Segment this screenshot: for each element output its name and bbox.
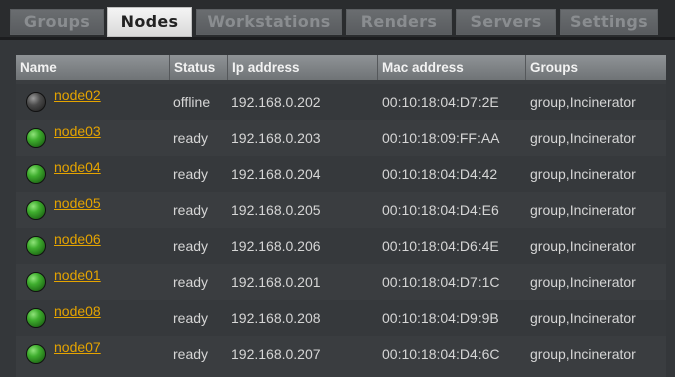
- ip-address-cell: 192.168.0.205: [231, 202, 321, 218]
- tab-bar: Groups Nodes Workstations Renders Server…: [0, 0, 675, 40]
- table-row[interactable]: node02 offline 192.168.0.202 00:10:18:04…: [16, 84, 666, 120]
- status-cell: ready: [173, 346, 209, 362]
- column-header-status[interactable]: Status: [170, 55, 228, 80]
- status-cell: ready: [173, 166, 209, 182]
- ip-address-cell: 192.168.0.201: [231, 274, 321, 290]
- status-cell: ready: [173, 238, 209, 254]
- ip-address-cell: 192.168.0.208: [231, 310, 321, 326]
- column-header-groups[interactable]: Groups: [526, 55, 666, 80]
- node-link[interactable]: node08: [54, 293, 101, 329]
- mac-address-cell: 00:10:18:09:FF:AA: [382, 130, 500, 146]
- mac-address-cell: 00:10:18:04:D4:E6: [382, 202, 499, 218]
- groups-cell: group,Incinerator: [530, 202, 636, 218]
- node-link[interactable]: node04: [54, 149, 101, 185]
- status-cell: ready: [173, 130, 209, 146]
- tab-servers[interactable]: Servers: [456, 9, 556, 35]
- groups-cell: group,Incinerator: [530, 274, 636, 290]
- ready-status-icon: [26, 308, 46, 328]
- offline-status-icon: [26, 92, 46, 112]
- status-cell: ready: [173, 310, 209, 326]
- ready-status-icon: [26, 128, 46, 148]
- groups-cell: group,Incinerator: [530, 310, 636, 326]
- tab-settings[interactable]: Settings: [560, 9, 658, 35]
- name-cell: node07: [16, 336, 170, 372]
- tab-nodes[interactable]: Nodes: [107, 7, 192, 37]
- node-link[interactable]: node02: [54, 77, 101, 113]
- ip-address-cell: 192.168.0.203: [231, 130, 321, 146]
- mac-address-cell: 00:10:18:04:D4:6C: [382, 346, 500, 362]
- node-link[interactable]: node07: [54, 329, 101, 365]
- groups-cell: group,Incinerator: [530, 94, 636, 110]
- ip-address-cell: 192.168.0.207: [231, 346, 321, 362]
- table-row[interactable]: node06 ready 192.168.0.206 00:10:18:04:D…: [16, 228, 666, 264]
- status-cell: offline: [173, 94, 211, 110]
- groups-cell: group,Incinerator: [530, 238, 636, 254]
- node-link[interactable]: node05: [54, 185, 101, 221]
- groups-cell: group,Incinerator: [530, 166, 636, 182]
- table-row[interactable]: node05 ready 192.168.0.205 00:10:18:04:D…: [16, 192, 666, 228]
- ready-status-icon: [26, 344, 46, 364]
- ip-address-cell: 192.168.0.204: [231, 166, 321, 182]
- tab-groups[interactable]: Groups: [10, 9, 104, 35]
- mac-address-cell: 00:10:18:04:D9:9B: [382, 310, 499, 326]
- tab-divider: [0, 37, 675, 40]
- table-row[interactable]: node08 ready 192.168.0.208 00:10:18:04:D…: [16, 300, 666, 336]
- ready-status-icon: [26, 164, 46, 184]
- mac-address-cell: 00:10:18:04:D7:2E: [382, 94, 499, 110]
- status-cell: ready: [173, 274, 209, 290]
- table-row[interactable]: node07 ready 192.168.0.207 00:10:18:04:D…: [16, 336, 666, 372]
- nodes-app-window: Groups Nodes Workstations Renders Server…: [0, 0, 675, 377]
- column-header-mac-address[interactable]: Mac address: [378, 55, 526, 80]
- mac-address-cell: 00:10:18:04:D4:42: [382, 166, 498, 182]
- nodes-table: Name Status Ip address Mac address Group…: [16, 55, 666, 377]
- groups-cell: group,Incinerator: [530, 130, 636, 146]
- mac-address-cell: 00:10:18:04:D7:1C: [382, 274, 500, 290]
- ready-status-icon: [26, 200, 46, 220]
- node-link[interactable]: node06: [54, 221, 101, 257]
- ip-address-cell: 192.168.0.206: [231, 238, 321, 254]
- tab-renders[interactable]: Renders: [346, 9, 452, 35]
- node-link[interactable]: node01: [54, 257, 101, 293]
- groups-cell: group,Incinerator: [530, 346, 636, 362]
- table-row[interactable]: node04 ready 192.168.0.204 00:10:18:04:D…: [16, 156, 666, 192]
- status-cell: ready: [173, 202, 209, 218]
- node-link[interactable]: node03: [54, 113, 101, 149]
- ready-status-icon: [26, 272, 46, 292]
- column-header-ip-address[interactable]: Ip address: [228, 55, 378, 80]
- table-row[interactable]: node01 ready 192.168.0.201 00:10:18:04:D…: [16, 264, 666, 300]
- ready-status-icon: [26, 236, 46, 256]
- mac-address-cell: 00:10:18:04:D6:4E: [382, 238, 499, 254]
- tab-workstations[interactable]: Workstations: [196, 9, 342, 35]
- table-row[interactable]: node03 ready 192.168.0.203 00:10:18:09:F…: [16, 120, 666, 156]
- table-header: Name Status Ip address Mac address Group…: [16, 55, 666, 80]
- ip-address-cell: 192.168.0.202: [231, 94, 321, 110]
